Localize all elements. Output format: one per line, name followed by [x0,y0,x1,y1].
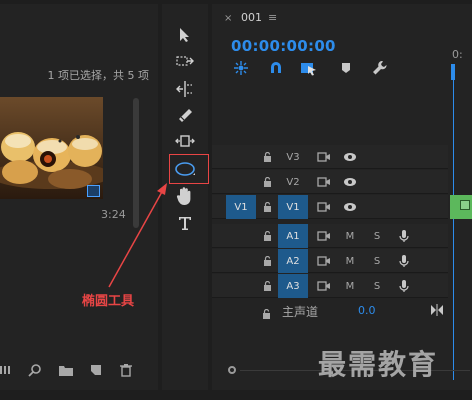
microphone-icon[interactable] [396,274,412,298]
track-row-a2: A2 M S [212,249,448,273]
lock-icon[interactable] [260,145,274,169]
track-label[interactable]: V1 [278,195,308,219]
eye-icon[interactable] [342,145,358,169]
mute-button[interactable]: M [342,224,358,248]
microphone-icon[interactable] [396,249,412,273]
lock-icon[interactable] [260,170,274,194]
toggle-sync-lock-icon[interactable] [316,274,332,298]
track-label[interactable]: A3 [278,274,308,298]
timeline-toolbar [232,60,392,78]
eye-icon[interactable] [342,170,358,194]
toggle-sync-lock-icon[interactable] [316,145,332,169]
lock-icon[interactable] [260,249,274,273]
trash-icon[interactable] [119,362,133,381]
solo-button[interactable]: S [369,249,385,273]
track-row-v3: V3 [212,145,448,169]
mute-button[interactable]: M [342,274,358,298]
track-select-tool-icon[interactable] [172,50,198,72]
wrench-settings-icon[interactable] [372,60,388,80]
master-lock-icon[interactable] [262,304,271,323]
eye-icon[interactable] [342,195,358,219]
solo-button[interactable]: S [369,224,385,248]
track-row-a1: A1 M S [212,224,448,248]
toggle-sync-lock-icon[interactable] [316,249,332,273]
watermark: 最需教育 [318,348,439,381]
sequence-tab[interactable]: 001 [241,11,262,24]
go-to-end-icon[interactable] [430,301,444,320]
list-view-icon[interactable] [0,362,12,381]
tab-close-button[interactable]: × [224,13,232,24]
linked-selection-icon[interactable] [300,60,318,80]
track-label[interactable]: A2 [278,249,308,273]
master-volume-value[interactable]: 0.0 [358,304,376,317]
nest-sequence-icon[interactable] [232,60,250,80]
ellipse-tool-icon[interactable] [172,158,198,180]
toggle-sync-lock-icon[interactable] [316,195,332,219]
razor-tool-icon[interactable] [172,104,198,126]
snap-magnet-icon[interactable] [268,60,284,80]
project-toolbar [0,362,158,382]
hand-tool-icon[interactable] [172,185,198,207]
annotation-label: 椭圆工具 [82,294,135,309]
track-label[interactable]: V3 [278,145,308,169]
ruler-label: 0: [452,48,463,61]
type-tool-icon[interactable] [172,212,198,234]
playhead-line [453,80,454,380]
lock-icon[interactable] [260,224,274,248]
project-scrollbar[interactable] [133,98,139,228]
lock-icon[interactable] [260,274,274,298]
ripple-edit-tool-icon[interactable] [172,78,198,100]
playhead[interactable] [451,64,455,80]
clip-type-badge-icon [87,185,100,197]
slip-tool-icon[interactable] [172,130,198,152]
add-marker-icon[interactable] [340,60,352,79]
clip-duration: 3:24 [101,208,126,221]
track-row-v2: V2 [212,170,448,194]
master-track-label: 主声道 [282,305,319,319]
microphone-icon[interactable] [396,224,412,248]
solo-button[interactable]: S [369,274,385,298]
video-clip[interactable] [450,195,472,219]
timecode-display[interactable]: 00:00:00:00 [231,37,336,55]
track-label[interactable]: A1 [278,224,308,248]
clip-thumbnail[interactable] [0,97,103,199]
selection-count: 1 项已选择，共 5 项 [47,69,150,82]
track-row-a3: A3 M S [212,274,448,298]
selection-tool-icon[interactable] [172,24,198,46]
lock-icon[interactable] [260,195,274,219]
toggle-sync-lock-icon[interactable] [316,170,332,194]
master-track-row [212,298,448,322]
search-icon[interactable] [28,362,42,381]
toggle-sync-lock-icon[interactable] [316,224,332,248]
source-patch-v1[interactable]: V1 [226,195,256,219]
zoom-handle[interactable] [228,366,236,374]
mute-button[interactable]: M [342,249,358,273]
new-item-icon[interactable] [89,362,103,381]
track-label[interactable]: V2 [278,170,308,194]
tab-menu-icon[interactable]: ≡ [268,11,277,24]
new-bin-icon[interactable] [58,362,74,381]
fx-badge-icon [460,200,470,210]
